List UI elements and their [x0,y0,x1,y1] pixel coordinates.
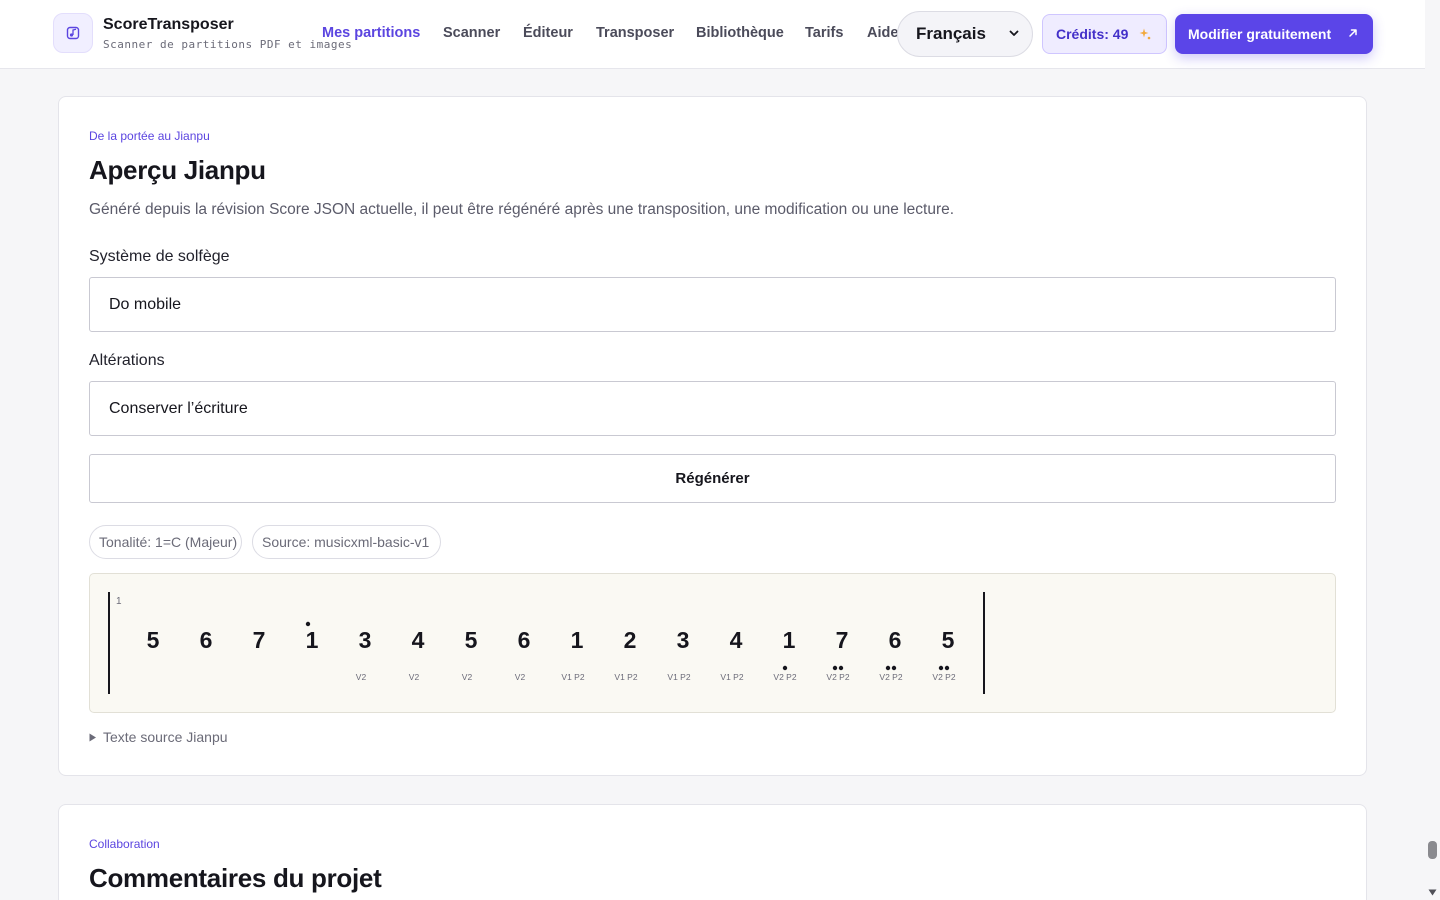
octave-dot-below [782,665,788,671]
credits-label: Crédits: 49 [1056,26,1129,42]
nav-library[interactable]: Bibliothèque [696,25,784,41]
edit-free-button[interactable]: Modifier gratuitement [1175,14,1373,54]
voice-label: V2 [515,672,526,682]
octave-dot-below [832,665,838,671]
voice-label: V1 P2 [614,672,637,682]
voice-label: V2 P2 [773,672,796,682]
nav-scanner[interactable]: Scanner [443,25,500,41]
regenerate-label: Régénérer [675,470,750,487]
jianpu-note: 7 [253,627,266,653]
jianpu-note: 3 [677,627,690,653]
jianpu-note: 5 [465,627,478,653]
comments-title: Commentaires du projet [89,863,382,893]
jianpu-notation: 1 5 6 7 1 3 V2 4 V2 5 V2 6 V2 1 V1 P2 2 V1 P2 3 V1 P2 4 V1 P… [108,592,985,694]
section-eyebrow: De la portée au Jianpu [89,129,210,143]
nav-pricing[interactable]: Tarifs [805,25,843,41]
jianpu-source-toggle[interactable]: Texte source Jianpu [89,729,228,745]
voice-label: V2 P2 [879,672,902,682]
sparkle-icon [1139,28,1151,40]
jianpu-note: 5 [942,627,955,653]
accidentals-select[interactable]: Conserver l’écriture [89,381,1336,436]
scroll-down-arrow-icon[interactable] [1428,889,1437,896]
solfege-value: Do mobile [109,295,182,313]
top-header: ScoreTransposer Scanner de partitions PD… [0,0,1425,69]
jianpu-note: 3 [359,627,372,653]
nav-transpose[interactable]: Transposer [596,25,674,41]
key-chip: Tonalité: 1=C (Majeur) [89,525,242,559]
jianpu-note: 6 [518,627,531,653]
music-note-icon [66,26,80,40]
accidentals-label: Altérations [89,352,165,369]
section-title: Aperçu Jianpu [89,155,266,185]
voice-label: V2 P2 [932,672,955,682]
accidentals-value: Conserver l’écriture [109,399,248,417]
comments-eyebrow: Collaboration [89,837,160,851]
solfege-label: Système de solfège [89,248,230,265]
jianpu-note: 4 [412,627,425,653]
octave-dot-below [938,665,944,671]
voice-label: V1 P2 [720,672,743,682]
jianpu-note: 6 [889,627,902,653]
jianpu-preview-card: De la portée au Jianpu Aperçu Jianpu Gén… [58,96,1367,776]
octave-dot-above [305,621,311,627]
logo[interactable] [53,13,93,53]
language-select[interactable]: Français [897,11,1033,57]
octave-dot-below [944,665,950,671]
jianpu-note: 1 [571,627,584,653]
jianpu-note: 5 [147,627,160,653]
voice-label: V2 P2 [826,672,849,682]
nav-editor[interactable]: Éditeur [523,25,573,41]
jianpu-note: 7 [836,627,849,653]
octave-dot-below [891,665,897,671]
comments-card: Collaboration Commentaires du projet [58,804,1367,900]
measure-number: 1 [116,596,122,607]
jianpu-note: 6 [200,627,213,653]
brand-name: ScoreTransposer [103,16,234,33]
brand-tagline: Scanner de partitions PDF et images [103,38,353,51]
edit-free-label: Modifier gratuitement [1188,26,1332,42]
jianpu-note: 1 [783,627,796,653]
chevron-down-icon [1009,30,1019,36]
page-scrollbar[interactable] [1425,0,1440,900]
language-value: Français [916,24,986,43]
source-chip: Source: musicxml-basic-v1 [252,525,441,559]
octave-dot-below [838,665,844,671]
jianpu-note: 1 [306,627,319,653]
jianpu-note: 2 [624,627,637,653]
regenerate-button[interactable]: Régénérer [89,454,1336,503]
scrollbar-thumb[interactable] [1428,841,1437,859]
jianpu-source-label: Texte source Jianpu [103,729,228,745]
arrow-up-right-icon [1349,29,1357,37]
voice-label: V1 P2 [561,672,584,682]
voice-label: V2 [356,672,367,682]
nav-help[interactable]: Aide [867,25,898,41]
voice-label: V2 [462,672,473,682]
section-description: Généré depuis la révision Score JSON act… [89,201,955,218]
voice-label: V1 P2 [667,672,690,682]
jianpu-note: 4 [730,627,743,653]
octave-dot-below [885,665,891,671]
caret-right-icon [89,733,96,741]
nav-my-scores[interactable]: Mes partitions [322,25,420,41]
jianpu-notation-panel: 1 5 6 7 1 3 V2 4 V2 5 V2 6 V2 1 V1 P2 2 V1 P2 3 V1 P2 4 V1 P… [89,573,1336,713]
credits-button[interactable]: Crédits: 49 [1042,14,1167,54]
solfege-select[interactable]: Do mobile [89,277,1336,332]
voice-label: V2 [409,672,420,682]
